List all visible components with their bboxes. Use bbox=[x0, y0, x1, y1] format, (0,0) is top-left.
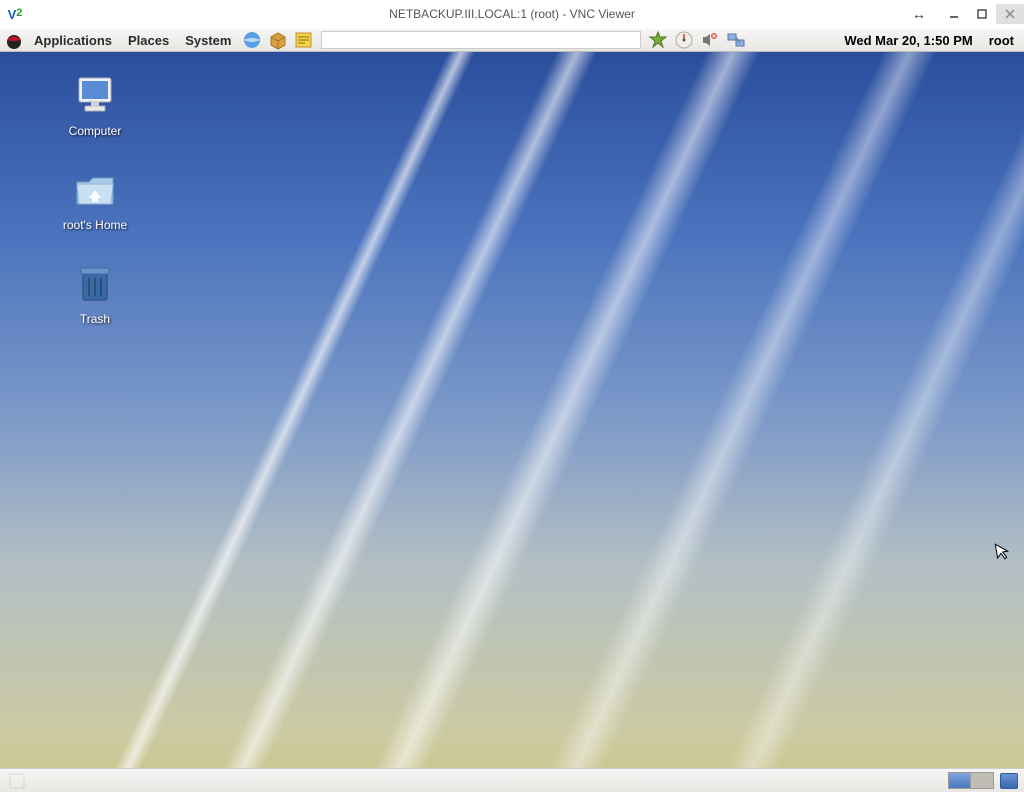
window-title: NETBACKUP.III.LOCAL:1 (root) - VNC Viewe… bbox=[389, 7, 635, 21]
desktop-icon-home[interactable]: root's Home bbox=[50, 166, 140, 232]
vnc-host-titlebar: V2 NETBACKUP.III.LOCAL:1 (root) - VNC Vi… bbox=[0, 0, 1024, 28]
computer-icon bbox=[71, 72, 119, 120]
package-launcher-icon[interactable] bbox=[267, 29, 289, 51]
gnome-bottom-panel bbox=[0, 768, 1024, 792]
window-controls: ↔ bbox=[912, 4, 1024, 24]
minimize-button[interactable] bbox=[940, 4, 968, 24]
cpu-monitor-icon[interactable] bbox=[673, 29, 695, 51]
desktop-icons-area: Computer root's Home bbox=[50, 72, 140, 326]
volume-icon[interactable] bbox=[699, 29, 721, 51]
cursor-icon bbox=[994, 541, 1012, 566]
home-folder-icon bbox=[71, 166, 119, 214]
fullscreen-icon[interactable]: ↔ bbox=[912, 6, 926, 22]
workspace-1[interactable] bbox=[949, 773, 971, 788]
system-menu[interactable]: System bbox=[179, 33, 237, 48]
desktop-icon-computer[interactable]: Computer bbox=[50, 72, 140, 138]
user-menu[interactable]: root bbox=[983, 33, 1020, 48]
network-icon[interactable] bbox=[725, 29, 747, 51]
update-notifier-icon[interactable] bbox=[647, 29, 669, 51]
notes-launcher-icon[interactable] bbox=[293, 29, 315, 51]
distro-logo-icon[interactable] bbox=[4, 30, 24, 50]
deskbar-input[interactable] bbox=[321, 31, 641, 49]
trash-applet-icon[interactable] bbox=[1000, 773, 1018, 789]
close-button[interactable] bbox=[996, 4, 1024, 24]
desktop[interactable]: Computer root's Home bbox=[0, 52, 1024, 768]
clock[interactable]: Wed Mar 20, 1:50 PM bbox=[838, 33, 978, 48]
desktop-icon-label: root's Home bbox=[63, 218, 127, 232]
desktop-icon-label: Computer bbox=[69, 124, 122, 138]
desktop-icon-label: Trash bbox=[80, 312, 110, 326]
show-desktop-button[interactable] bbox=[6, 770, 28, 792]
places-menu[interactable]: Places bbox=[122, 33, 175, 48]
desktop-icon-trash[interactable]: Trash bbox=[50, 260, 140, 326]
maximize-button[interactable] bbox=[968, 4, 996, 24]
vnc-logo-icon: V2 bbox=[4, 3, 26, 25]
gnome-top-panel: Applications Places System Wed Mar 20, 1… bbox=[0, 28, 1024, 52]
trash-icon bbox=[71, 260, 119, 308]
workspace-2[interactable] bbox=[971, 773, 993, 788]
browser-launcher-icon[interactable] bbox=[241, 29, 263, 51]
applications-menu[interactable]: Applications bbox=[28, 33, 118, 48]
workspace-switcher[interactable] bbox=[948, 772, 994, 789]
